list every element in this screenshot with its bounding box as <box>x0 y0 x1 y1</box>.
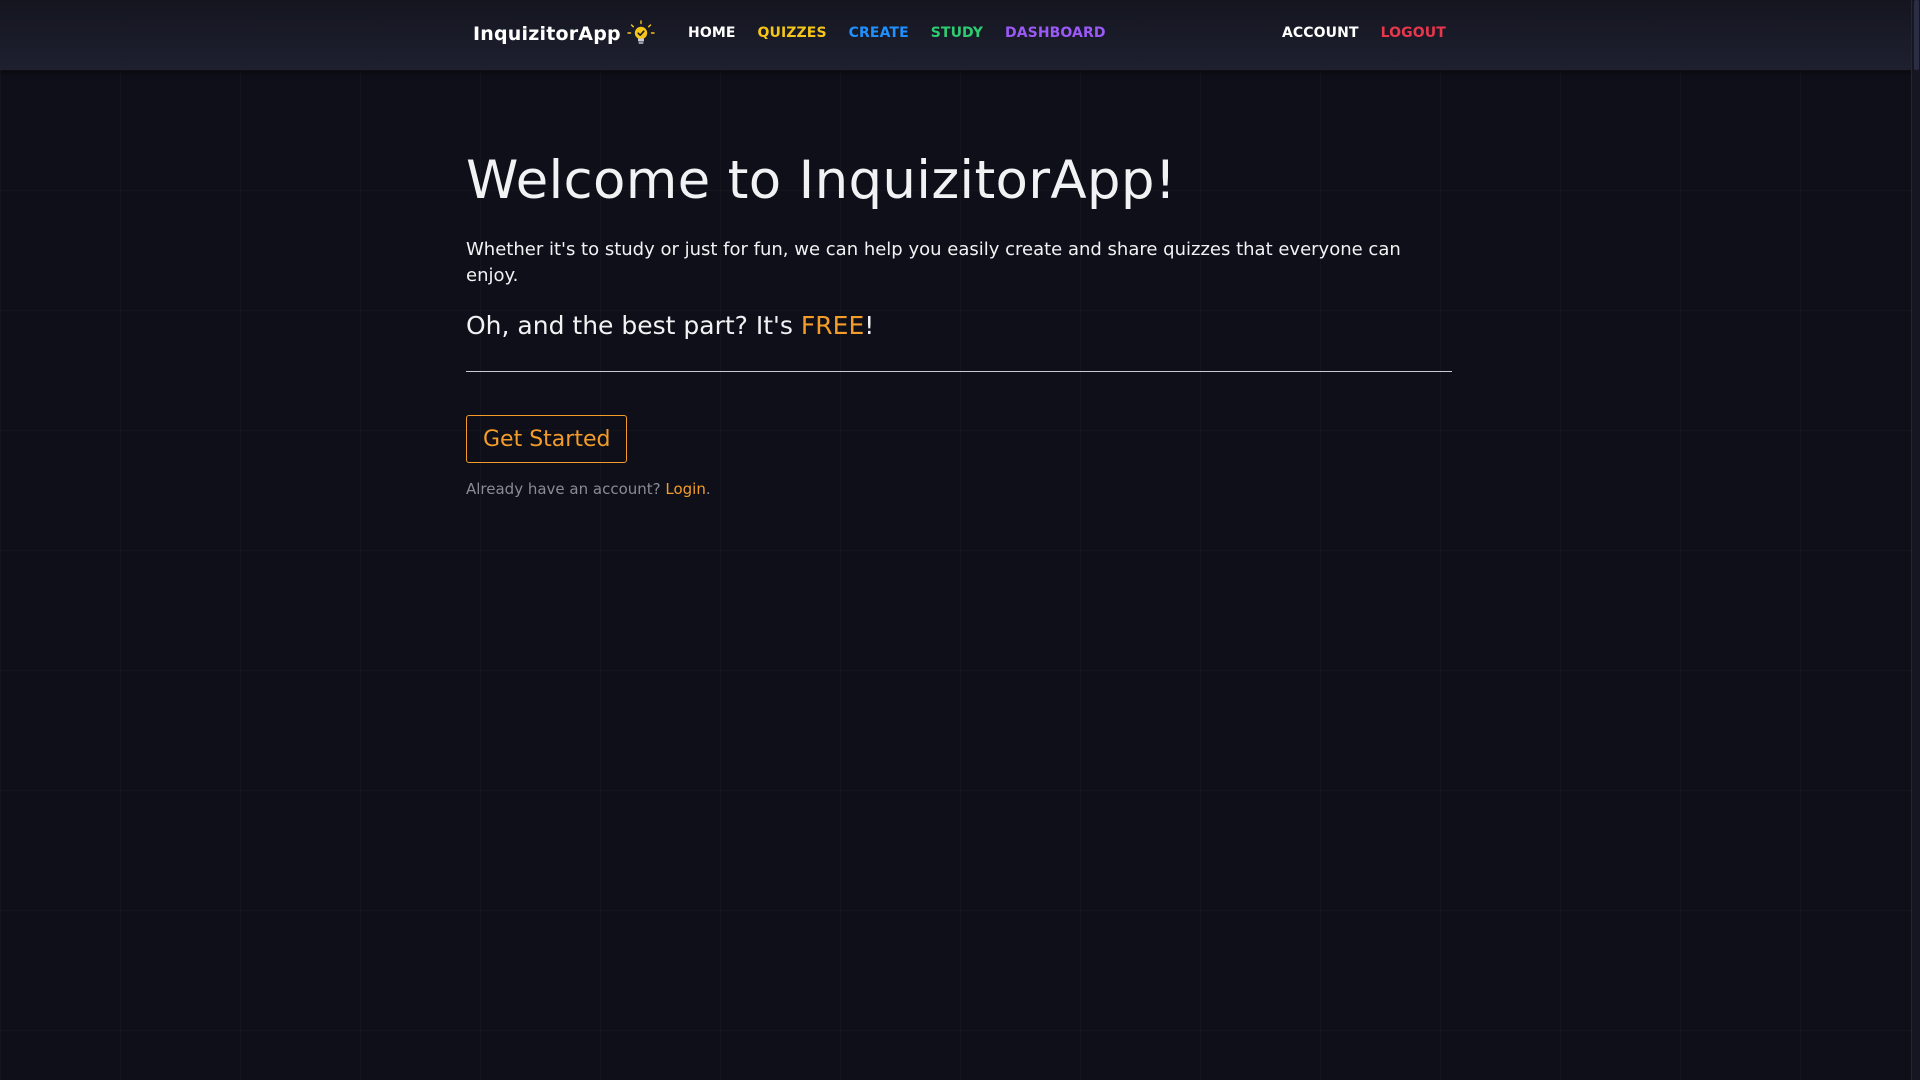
account-nav: ACCOUNT LOGOUT <box>1282 25 1446 41</box>
hero-lead-text: Whether it's to study or just for fun, w… <box>466 239 1401 286</box>
brand-name: InquizitorApp <box>473 23 621 45</box>
hero-subheading: Oh, and the best part? It's FREE! <box>466 309 1452 343</box>
hero-section: Welcome to InquizitorApp! Whether it's t… <box>466 145 1452 498</box>
login-prompt-text: Already have an account? <box>466 480 666 498</box>
subheading-suffix: ! <box>864 311 875 340</box>
brand-logo-link[interactable]: InquizitorApp <box>473 20 655 48</box>
subheading-prefix: Oh, and the best part? It's <box>466 311 801 340</box>
page-scrollbar[interactable] <box>1911 0 1920 1080</box>
primary-nav: HOME QUIZZES CREATE STUDY DASHBOARD <box>688 25 1106 41</box>
nav-quizzes-link[interactable]: QUIZZES <box>758 25 827 41</box>
scrollbar-thumb[interactable] <box>1914 0 1919 70</box>
nav-account-link[interactable]: ACCOUNT <box>1282 25 1359 41</box>
nav-study-link[interactable]: STUDY <box>931 25 983 41</box>
nav-home-link[interactable]: HOME <box>688 25 736 41</box>
login-prompt-period: . <box>705 480 711 498</box>
login-prompt: Already have an account? Login. <box>466 480 1452 498</box>
login-link[interactable]: Login <box>665 480 705 498</box>
get-started-button[interactable]: Get Started <box>466 415 628 463</box>
nav-logout-link[interactable]: LOGOUT <box>1381 25 1446 41</box>
nav-create-link[interactable]: CREATE <box>849 25 909 41</box>
lightbulb-icon <box>627 20 655 44</box>
nav-dashboard-link[interactable]: DASHBOARD <box>1005 25 1106 41</box>
page-title: Welcome to InquizitorApp! <box>466 150 1177 211</box>
top-navbar: InquizitorApp HOME QUIZZES CREATE STUDY … <box>0 0 1920 70</box>
free-highlight: FREE <box>800 311 865 340</box>
section-divider <box>466 371 1452 372</box>
